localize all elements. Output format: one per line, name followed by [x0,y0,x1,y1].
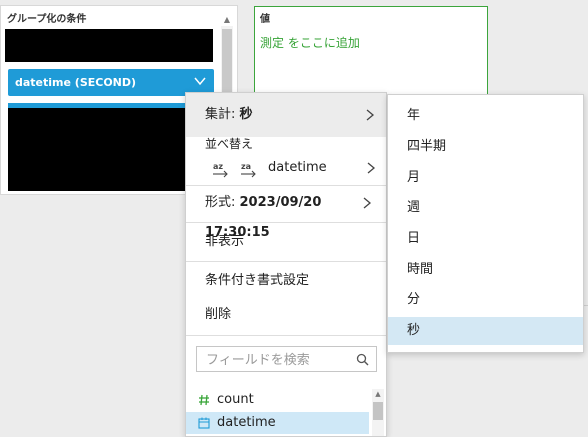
menu-divider [186,222,386,223]
scroll-up-arrow-icon[interactable]: ▲ [221,14,233,26]
menu-item-format[interactable]: 形式: 2023/09/20 17:30:15 [186,188,386,240]
submenu-item-year[interactable]: 年 [388,102,583,130]
submenu-item-minute[interactable]: 分 [388,286,583,314]
sort-field-label[interactable]: datetime [268,160,327,175]
field-search-box[interactable] [196,346,377,372]
sort-section-label: 並べ替え [205,137,254,151]
groupby-field-label: datetime (SECOND) [15,76,137,89]
aggregate-value: 秒 [239,107,253,122]
hash-icon [199,394,209,406]
aggregate-label: 集計: [205,107,240,122]
format-label: 形式: [205,195,240,210]
menu-divider [186,335,386,336]
field-search-input[interactable] [204,348,358,372]
sort-descending-icon[interactable]: za [240,161,258,179]
value-drop-hint: 測定 をここに追加 [260,36,360,50]
submenu-item-day[interactable]: 日 [388,225,583,253]
sort-ascending-icon[interactable]: az [212,161,230,179]
value-title: 値 [260,14,270,25]
redacted-block [5,29,213,62]
menu-divider [186,261,386,262]
scroll-up-arrow-icon[interactable]: ▲ [372,389,384,399]
search-icon[interactable] [356,353,369,366]
sort-za-text: za [241,162,251,171]
submenu-item-month[interactable]: 月 [388,164,583,192]
sort-az-text: az [213,162,223,171]
chevron-right-icon[interactable] [364,161,378,175]
field-label: count [217,392,254,407]
submenu-item-quarter[interactable]: 四半期 [388,133,583,161]
groupby-field-pill[interactable]: datetime (SECOND) [8,69,214,96]
chevron-right-icon [366,109,375,121]
redacted-block [8,103,214,191]
field-list-item-count[interactable]: count [186,389,369,411]
field-context-menu: 集計: 秒 並べ替え az za datetime 形式: 2023/09/20… [185,92,387,437]
field-label: datetime [217,415,276,430]
submenu-item-hour[interactable]: 時間 [388,256,583,284]
groupby-title: グループ化の条件 [7,14,87,25]
calendar-icon [198,417,210,429]
field-list-scroll-thumb[interactable] [373,402,383,420]
menu-item-delete[interactable]: 削除 [186,299,386,331]
submenu-item-second[interactable]: 秒 [388,317,583,345]
menu-item-aggregate[interactable]: 集計: 秒 [186,93,386,137]
chevron-right-icon [363,197,372,209]
menu-item-hide[interactable]: 非表示 [186,226,386,258]
menu-divider [186,185,386,186]
chevron-down-icon[interactable] [193,74,207,88]
submenu-item-week[interactable]: 週 [388,194,583,222]
value-panel[interactable]: 値 測定 をここに追加 [254,6,488,96]
field-list-item-datetime[interactable]: datetime [186,412,369,434]
aggregate-submenu: 年 四半期 月 週 日 時間 分 秒 [387,94,584,353]
menu-item-conditional-formatting[interactable]: 条件付き書式設定 [186,265,386,297]
